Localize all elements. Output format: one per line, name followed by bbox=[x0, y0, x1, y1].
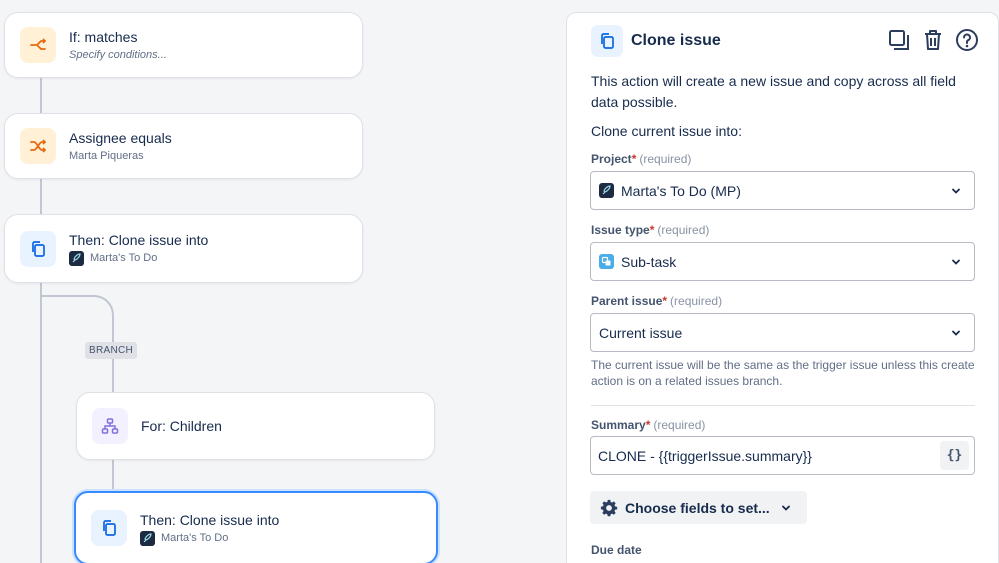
node-subtitle: Marta's To Do bbox=[69, 251, 208, 266]
choose-fields-label: Choose fields to set... bbox=[625, 499, 770, 516]
parent-issue-select[interactable]: Current issue bbox=[590, 313, 975, 352]
issue-type-select-value: Sub-task bbox=[621, 253, 677, 270]
summary-input-value: CLONE - {{triggerIssue.summary}} bbox=[598, 447, 812, 464]
condition-node-if-matches[interactable]: If: matches Specify conditions... bbox=[4, 12, 363, 78]
action-node-clone-issue-selected[interactable]: Then: Clone issue into Marta's To Do bbox=[74, 491, 438, 563]
node-subtitle: Marta's To Do bbox=[140, 530, 279, 546]
shuffle-icon bbox=[20, 128, 56, 164]
required-asterisk: * bbox=[645, 418, 651, 432]
required-hint: (required) bbox=[670, 294, 723, 308]
node-subtitle: Specify conditions... bbox=[69, 48, 167, 61]
smart-values-button[interactable]: {} bbox=[940, 441, 969, 470]
panel-header: Clone issue bbox=[591, 25, 721, 57]
node-title: Assignee equals bbox=[69, 129, 172, 146]
required-hint: (required) bbox=[639, 152, 692, 166]
branch-connector bbox=[40, 295, 114, 335]
choose-fields-button[interactable]: Choose fields to set... bbox=[590, 491, 807, 524]
chevron-down-icon bbox=[950, 184, 962, 200]
duplicate-icon[interactable] bbox=[886, 27, 912, 53]
project-select[interactable]: Marta's To Do (MP) bbox=[590, 171, 975, 210]
project-label: Project* (required) bbox=[591, 152, 691, 166]
divider bbox=[591, 405, 975, 406]
chevron-down-icon bbox=[950, 255, 962, 271]
gear-icon bbox=[600, 499, 618, 517]
connector-line bbox=[40, 179, 42, 214]
field-label-text: Project bbox=[591, 152, 632, 166]
branch-node-for-children[interactable]: For: Children bbox=[76, 392, 435, 460]
rocket-icon bbox=[140, 530, 155, 546]
panel-title: Clone issue bbox=[631, 32, 721, 49]
rocket-icon bbox=[69, 251, 84, 266]
required-asterisk: * bbox=[631, 152, 637, 166]
required-hint: (required) bbox=[653, 418, 706, 432]
copy-icon bbox=[591, 25, 623, 57]
subtask-icon bbox=[599, 254, 614, 269]
rule-canvas: If: matches Specify conditions... Assign… bbox=[0, 0, 555, 563]
required-hint: (required) bbox=[657, 223, 710, 237]
connector-line bbox=[112, 330, 114, 393]
parent-issue-label: Parent issue* (required) bbox=[591, 294, 722, 308]
chevron-down-icon bbox=[780, 502, 792, 514]
action-node-clone-issue[interactable]: Then: Clone issue into Marta's To Do bbox=[4, 214, 363, 283]
node-title: Then: Clone issue into bbox=[140, 511, 280, 528]
clone-into-label: Clone current issue into: bbox=[591, 123, 742, 139]
trash-icon[interactable] bbox=[920, 27, 946, 53]
node-title: Then: Clone issue into bbox=[69, 232, 209, 248]
summary-input[interactable]: CLONE - {{triggerIssue.summary}} {} bbox=[590, 436, 975, 475]
project-name: Marta's To Do bbox=[161, 531, 229, 544]
issue-type-select[interactable]: Sub-task bbox=[590, 242, 975, 281]
project-name: Marta's To Do bbox=[90, 252, 158, 264]
branch-label: BRANCH bbox=[85, 342, 138, 359]
parent-issue-select-value: Current issue bbox=[599, 324, 683, 341]
help-icon[interactable] bbox=[954, 27, 980, 53]
node-subtitle: Marta Piqueras bbox=[69, 149, 144, 162]
branch-icon bbox=[20, 27, 56, 63]
copy-icon bbox=[20, 230, 56, 267]
project-select-value: Marta's To Do (MP) bbox=[621, 182, 741, 199]
parent-issue-help: The current issue will be the same as th… bbox=[591, 358, 975, 388]
chevron-down-icon bbox=[950, 326, 962, 342]
required-asterisk: * bbox=[649, 223, 655, 237]
copy-icon bbox=[91, 510, 127, 546]
connector-line bbox=[40, 78, 42, 113]
due-date-label: Due date bbox=[591, 543, 642, 557]
required-asterisk: * bbox=[662, 294, 668, 308]
rocket-icon bbox=[599, 183, 614, 198]
issue-type-label: Issue type* (required) bbox=[591, 223, 709, 237]
summary-label: Summary* (required) bbox=[591, 418, 705, 432]
field-label-text: Issue type bbox=[591, 223, 650, 237]
field-label-text: Summary bbox=[591, 418, 646, 432]
node-title: If: matches bbox=[69, 28, 138, 45]
field-label-text: Parent issue bbox=[591, 294, 663, 308]
action-config-panel: Clone issue This action will create a ne… bbox=[566, 12, 999, 563]
condition-node-assignee[interactable]: Assignee equals Marta Piqueras bbox=[4, 113, 363, 179]
connector-line bbox=[112, 460, 114, 492]
action-description: This action will create a new issue and … bbox=[591, 73, 956, 110]
hierarchy-icon bbox=[92, 408, 128, 444]
panel-actions bbox=[886, 27, 980, 53]
node-title: For: Children bbox=[141, 418, 222, 434]
